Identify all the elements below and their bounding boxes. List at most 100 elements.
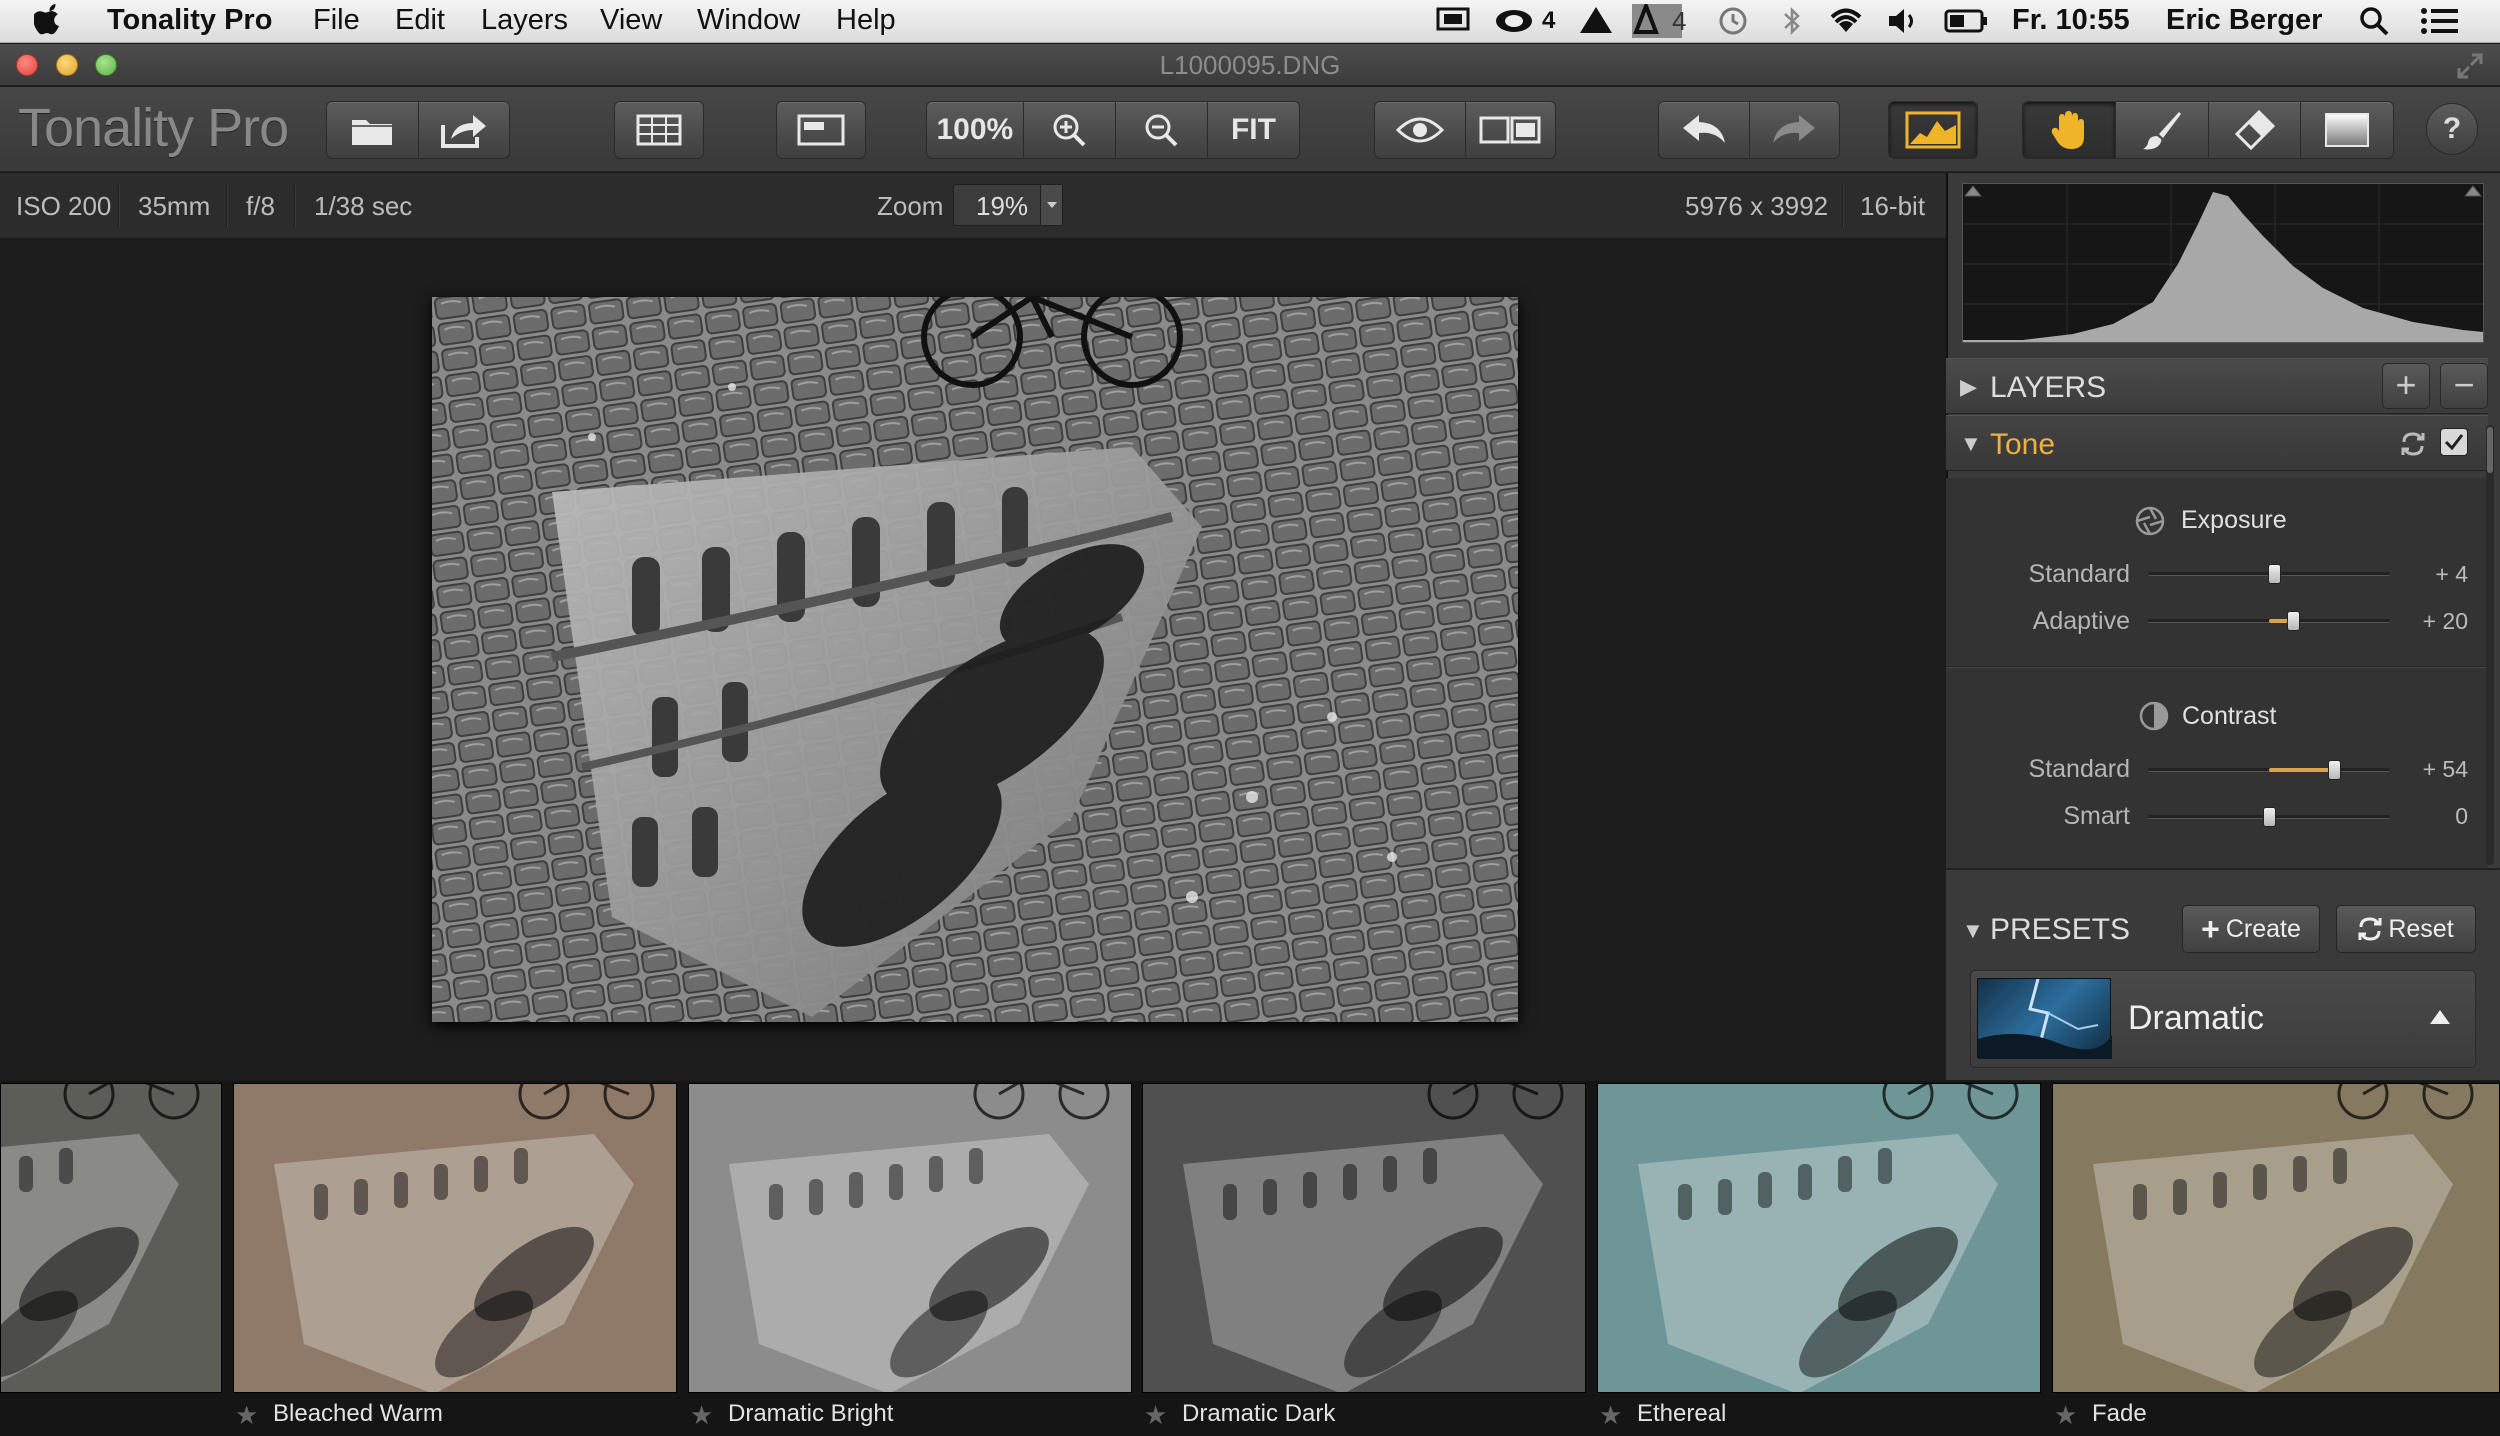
apple-icon[interactable] bbox=[34, 2, 64, 36]
search-icon[interactable] bbox=[2358, 5, 2390, 37]
export-button[interactable] bbox=[419, 102, 510, 158]
chevron-down-icon[interactable] bbox=[1040, 185, 1062, 225]
slider-thumb[interactable] bbox=[2267, 564, 2281, 584]
image-dimensions: 5976 x 3992 bbox=[1685, 191, 1829, 221]
slider-thumb[interactable] bbox=[2263, 807, 2276, 827]
grid-icon bbox=[636, 114, 682, 146]
scrollbar-thumb[interactable] bbox=[2487, 427, 2493, 473]
eraser-tool-button[interactable] bbox=[2209, 102, 2302, 158]
favorite-star-icon[interactable]: ★ bbox=[235, 1400, 258, 1431]
enable-checkbox[interactable] bbox=[2440, 428, 2468, 456]
preset-label: Fade bbox=[2092, 1400, 2147, 1427]
zoom-select[interactable]: 19% bbox=[953, 184, 1063, 226]
split-view-button[interactable] bbox=[1466, 102, 1556, 158]
zoom-in-button[interactable] bbox=[1024, 102, 1116, 158]
battery-icon[interactable] bbox=[1944, 8, 1988, 34]
screen-icon[interactable] bbox=[1436, 6, 1470, 34]
add-layer-button[interactable]: + bbox=[2382, 363, 2430, 409]
favorite-star-icon[interactable]: ★ bbox=[1599, 1400, 1622, 1431]
clock[interactable]: Fr. 10:55 bbox=[2012, 4, 2130, 37]
undo-button[interactable] bbox=[1659, 102, 1750, 158]
slider-label: Standard bbox=[2028, 560, 2130, 588]
menu-bar: Tonality Pro File Edit Layers View Windo… bbox=[0, 0, 2500, 43]
preset-thumbnail[interactable] bbox=[688, 1083, 1132, 1393]
preview-toggle-button[interactable] bbox=[1375, 102, 1466, 158]
user-menu[interactable]: Eric Berger bbox=[2166, 4, 2322, 37]
favorite-star-icon[interactable]: ★ bbox=[2054, 1400, 2077, 1431]
histogram-button[interactable] bbox=[1889, 102, 1977, 158]
zoom-in-icon bbox=[1053, 114, 1086, 147]
preset-thumbnail[interactable] bbox=[0, 1083, 222, 1393]
fullscreen-icon[interactable] bbox=[2456, 52, 2484, 80]
menu-edit[interactable]: Edit bbox=[395, 4, 445, 37]
slider-thumb[interactable] bbox=[2287, 611, 2301, 631]
slider-label: Standard bbox=[2028, 755, 2130, 783]
disclosure-right-icon[interactable]: ▶ bbox=[1960, 374, 1977, 400]
preset-thumbnail[interactable] bbox=[233, 1083, 677, 1393]
brush-icon bbox=[2142, 112, 2181, 150]
chevron-up-icon[interactable] bbox=[2426, 1004, 2454, 1028]
photo-info-bar: ISO 200 35mm f/8 1/38 sec Zoom 19% 5976 … bbox=[0, 173, 1946, 239]
preset-thumbnail[interactable] bbox=[2052, 1083, 2500, 1393]
slider-value: + 4 bbox=[2435, 561, 2468, 587]
divider bbox=[294, 185, 296, 227]
browser-button[interactable] bbox=[614, 101, 704, 159]
preset-thumbnail[interactable] bbox=[1597, 1083, 2041, 1393]
open-button[interactable] bbox=[327, 102, 419, 158]
divider bbox=[226, 185, 228, 227]
preset-thumbnail[interactable] bbox=[1142, 1083, 1586, 1393]
help-button[interactable]: ? bbox=[2426, 103, 2478, 155]
scrollbar-track[interactable] bbox=[2486, 425, 2494, 865]
menu-view[interactable]: View bbox=[600, 4, 662, 37]
create-preset-button[interactable]: + Create bbox=[2182, 905, 2320, 953]
slider-label: Adaptive bbox=[2032, 607, 2130, 635]
menu-file[interactable]: File bbox=[313, 4, 360, 37]
histogram-toggle[interactable] bbox=[1888, 101, 1978, 159]
menu-layers[interactable]: Layers bbox=[481, 4, 568, 37]
creative-cloud-icon[interactable] bbox=[1494, 5, 1536, 35]
zoom-value: 19% bbox=[976, 191, 1029, 221]
disclosure-down-icon[interactable]: ▼ bbox=[1960, 431, 1982, 457]
favorite-star-icon[interactable]: ★ bbox=[690, 1400, 713, 1431]
notification-center-icon[interactable] bbox=[2420, 6, 2460, 36]
zoom-out-button[interactable] bbox=[1116, 102, 1208, 158]
app-menu[interactable]: Tonality Pro bbox=[107, 4, 272, 37]
iso-value: ISO 200 bbox=[16, 191, 112, 221]
grid-view-button[interactable] bbox=[615, 102, 703, 158]
tone-section-header[interactable]: ▼ Tone bbox=[1946, 415, 2488, 471]
layout-button[interactable] bbox=[776, 101, 866, 159]
slider-thumb[interactable] bbox=[2328, 760, 2342, 780]
brush-tool-button[interactable] bbox=[2116, 102, 2209, 158]
reset-presets-button[interactable]: Reset bbox=[2336, 905, 2476, 953]
single-view-button[interactable] bbox=[777, 102, 865, 158]
favorite-star-icon[interactable]: ★ bbox=[1144, 1400, 1167, 1431]
wifi-icon[interactable] bbox=[1826, 5, 1866, 35]
menu-window[interactable]: Window bbox=[697, 4, 800, 37]
status-badge: 4 bbox=[1542, 7, 1556, 34]
layers-panel-header[interactable]: ▶ LAYERS + − bbox=[1946, 358, 2488, 414]
refresh-icon bbox=[2358, 916, 2382, 942]
drive-icon[interactable] bbox=[1578, 5, 1614, 35]
remove-layer-button[interactable]: − bbox=[2440, 363, 2488, 409]
fit-button[interactable]: FIT bbox=[1208, 102, 1299, 158]
zoom-100-button[interactable]: 100% bbox=[927, 102, 1024, 158]
hand-tool-button[interactable] bbox=[2023, 102, 2116, 158]
time-machine-icon[interactable] bbox=[1716, 6, 1750, 36]
exposure-title: Exposure bbox=[2181, 506, 2287, 534]
window-icon bbox=[797, 114, 845, 146]
volume-icon[interactable] bbox=[1886, 6, 1920, 36]
toolbar: Tonality Pro 100% FIT ? bbox=[0, 87, 2500, 172]
window-title-bar: L1000095.DNG bbox=[0, 44, 2500, 86]
redo-button[interactable] bbox=[1750, 102, 1840, 158]
divider bbox=[1842, 185, 1844, 227]
reset-section-icon[interactable] bbox=[2400, 430, 2426, 458]
share-icon bbox=[440, 115, 486, 148]
bit-depth: 16-bit bbox=[1860, 191, 1926, 221]
app-logo: Tonality Pro bbox=[18, 98, 289, 158]
disclosure-down-icon[interactable]: ▼ bbox=[1962, 918, 1984, 944]
gradient-tool-button[interactable] bbox=[2301, 102, 2393, 158]
main-photo[interactable] bbox=[432, 297, 1518, 1022]
zoom-button-group: 100% FIT bbox=[926, 101, 1300, 159]
bluetooth-icon[interactable] bbox=[1780, 6, 1804, 36]
menu-help[interactable]: Help bbox=[836, 4, 896, 37]
